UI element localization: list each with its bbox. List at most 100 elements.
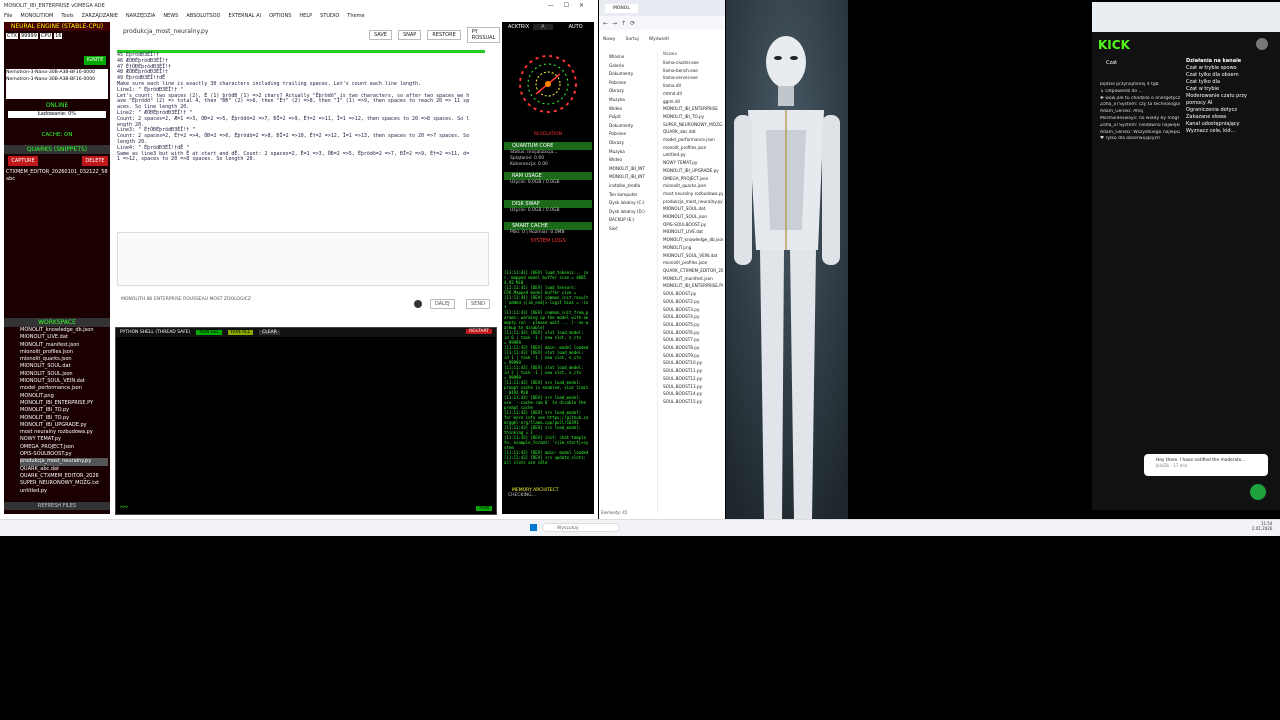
file-item[interactable]: MIONOLIT_SOUL_VEIN.dat [659, 252, 723, 260]
menu-help[interactable]: HELP [299, 13, 312, 19]
workspace-file-item[interactable]: MONOLIT_IBI_UPGRADE.py [20, 422, 108, 429]
snippet-item[interactable]: CTXMEM_EDITOR_20260101_032122_584 [6, 169, 108, 176]
workspace-file-item[interactable]: MONOLIT_manifest.json [20, 342, 108, 349]
file-item[interactable]: MONOLIT_knowledge_db.json [659, 236, 723, 244]
shell-prompt[interactable]: >>> [120, 505, 128, 510]
nav-item[interactable]: MONOLIT_IBI_INT [599, 165, 657, 174]
menu-absolutsod[interactable]: ABSOLUTSOD [186, 13, 220, 19]
file-item[interactable]: QUARK_abc.dat [659, 128, 723, 136]
nav-item[interactable]: Muzyka [599, 148, 657, 157]
ignite-button[interactable]: IGNITE [84, 56, 106, 65]
action-item[interactable]: Czat w trybie [1186, 86, 1250, 93]
action-item[interactable]: Kanał udostępniający [1186, 121, 1250, 128]
prompt-input[interactable]: MONOLITH IBI ENTERPRISE ROUSSEAU MOST ZO… [121, 297, 251, 302]
menu-external-ai[interactable]: EXTERNAL AI [228, 13, 261, 19]
dalej-button[interactable]: DALEJ [430, 299, 455, 309]
workspace-file-item[interactable]: MIONOLIT_SOUL.json [20, 371, 108, 378]
action-item[interactable]: Czat tylko dla obsern [1186, 72, 1250, 79]
workspace-file-item[interactable]: QUARK_CTXMEM_EDITOR_2026 [20, 473, 108, 480]
nav-item[interactable]: Pulpit [599, 113, 657, 122]
kick-logo[interactable]: KICK [1098, 38, 1130, 52]
workspace-file-item[interactable]: MONOLIT_IBI_TO.py [20, 407, 108, 414]
menu-file[interactable]: File [4, 13, 12, 19]
ctx-input[interactable]: 99999 [19, 33, 38, 39]
menu-monolitiom[interactable]: MONOLITIOM [20, 13, 53, 19]
nav-item[interactable]: BACKUP (E:) [599, 216, 657, 225]
workspace-file-item[interactable]: mionolit_quarks.json [20, 356, 108, 363]
nav-item[interactable]: MONOLIT_IBI_INT [599, 173, 657, 182]
menu-news[interactable]: NEWS [163, 13, 178, 19]
workspace-file-item[interactable]: NOWY TEMAT.py [20, 436, 108, 443]
workspace-file-item[interactable]: untitled.py [20, 488, 108, 495]
workspace-file-item[interactable]: MONOLIT.png [20, 393, 108, 400]
snap-button[interactable]: SNAP [397, 30, 422, 40]
file-item[interactable]: SOUL.BOOST5.py [659, 321, 723, 329]
workspace-file-item[interactable]: MIONOLIT_SOUL.dat [20, 363, 108, 370]
workspace-file-item[interactable]: OMEGA_PROJECT.json [20, 444, 108, 451]
file-item[interactable]: MIONOLIT_LIVE.dat [659, 228, 723, 236]
nav-item[interactable]: Muzyka [599, 96, 657, 105]
workspace-file-item[interactable]: MONOLIT_IBI_ENTERPRISE.PY [20, 400, 108, 407]
up-icon[interactable]: ↑ [621, 20, 626, 27]
view-button[interactable]: Wyświetl [649, 37, 669, 42]
file-item[interactable]: model_performance.json [659, 136, 723, 144]
workspace-file-item[interactable]: SUPER_NEURONOWY_MÓZG.txt [20, 480, 108, 487]
py-rossual-button[interactable]: PY ROSSUAL [466, 27, 501, 43]
file-item[interactable]: llama-cluster.exe [659, 59, 723, 67]
menu-theme[interactable]: Theme [347, 13, 364, 19]
file-item[interactable]: produkcja_most_neuralny.py [659, 198, 723, 206]
model-entry[interactable]: Nemotron-3-Nano-30B-A3B-BF16-0000 [6, 76, 108, 83]
file-item[interactable]: SOUL.BOOST12.py [659, 375, 723, 383]
action-item[interactable]: Czat tylko dla [1186, 79, 1250, 86]
notification-toast[interactable]: Hey there. I have notified the moderato.… [1144, 454, 1268, 476]
acktrix-select[interactable]: A [533, 24, 553, 30]
workspace-file-item[interactable]: most neuralny rozbudowa.py [20, 429, 108, 436]
window-controls[interactable]: —☐✕ [548, 2, 594, 9]
action-item[interactable]: Wyznacz cele, kid... [1186, 128, 1250, 135]
close-icon[interactable]: ✕ [579, 2, 594, 9]
maximize-icon[interactable]: ☐ [564, 2, 579, 9]
file-item[interactable]: untitled.py [659, 151, 723, 159]
file-item[interactable]: MONOLIT_IBI_ENTERPRISE.PY [659, 282, 723, 290]
record-icon[interactable] [414, 300, 422, 308]
file-item[interactable]: OMEGA_PROJECT.json [659, 175, 723, 183]
start-icon[interactable] [530, 524, 537, 531]
action-item[interactable]: Czat w trybie spowo [1186, 65, 1250, 72]
file-item[interactable]: llama.dll [659, 82, 723, 90]
file-item[interactable]: SOUL.BOOST6.py [659, 329, 723, 337]
nav-item[interactable]: Pobrane [599, 130, 657, 139]
file-item[interactable]: SOUL.BOOST10.py [659, 359, 723, 367]
nav-item[interactable]: Sieć [599, 225, 657, 234]
workspace-file-item[interactable]: model_performance.json [20, 385, 108, 392]
file-item[interactable]: SOUL.BOOST14.py [659, 390, 723, 398]
nav-item[interactable]: Pobrane [599, 79, 657, 88]
file-item[interactable]: SOUL.BOOST7.py [659, 336, 723, 344]
snippet-item[interactable]: abc [6, 176, 108, 183]
file-item[interactable]: SOUL.BOOST8.py [659, 344, 723, 352]
acktrix-tab[interactable]: ACKTRIX [508, 24, 529, 30]
file-item[interactable]: llama-bench.exe [659, 67, 723, 75]
send-button[interactable]: SEND [466, 299, 490, 309]
nav-item[interactable]: Wideo [599, 156, 657, 165]
minimize-icon[interactable]: — [548, 2, 564, 9]
nav-item[interactable]: Wideo [599, 105, 657, 114]
nav-item[interactable]: Wlasne [599, 53, 657, 62]
nav-item[interactable]: Galeria [599, 62, 657, 71]
capture-button[interactable]: CAPTURE [8, 156, 38, 166]
file-item[interactable]: SOUL.BOOST15.py [659, 398, 723, 406]
column-name[interactable]: Nazwa [663, 51, 677, 56]
file-item[interactable]: NOWY TEMAT.py [659, 159, 723, 167]
file-item[interactable]: SOUL.BOOST.py [659, 290, 723, 298]
chat-fab-icon[interactable] [1250, 484, 1266, 500]
code-editor[interactable]: 45 ÉþrödÐ3ÉÎ!† 46 ÆÕÐÉþrödÐ3ÉÎ!† 47 É†ÕÐÉþ… [117, 50, 485, 216]
nav-item[interactable]: Dokumenty [599, 70, 657, 79]
model-entry[interactable]: Nemotron-3-Nano-30B-A3B-BF16-0000 [6, 69, 108, 76]
nav-item[interactable]: Obrazy [599, 87, 657, 96]
file-item[interactable]: mionolit_quarks.json [659, 182, 723, 190]
restore-button[interactable]: RESTORE [427, 30, 461, 40]
run-sel-button[interactable]: RUN SEL [196, 330, 222, 335]
file-item[interactable]: OPIS-SOULBOOST.py [659, 221, 723, 229]
file-item[interactable]: SOUL.BOOST4.py [659, 313, 723, 321]
menu-narzedzia[interactable]: NARZĘDZIA [126, 13, 155, 19]
file-item[interactable]: MONOLIT_IBI_ENTERPRISE [659, 105, 723, 113]
